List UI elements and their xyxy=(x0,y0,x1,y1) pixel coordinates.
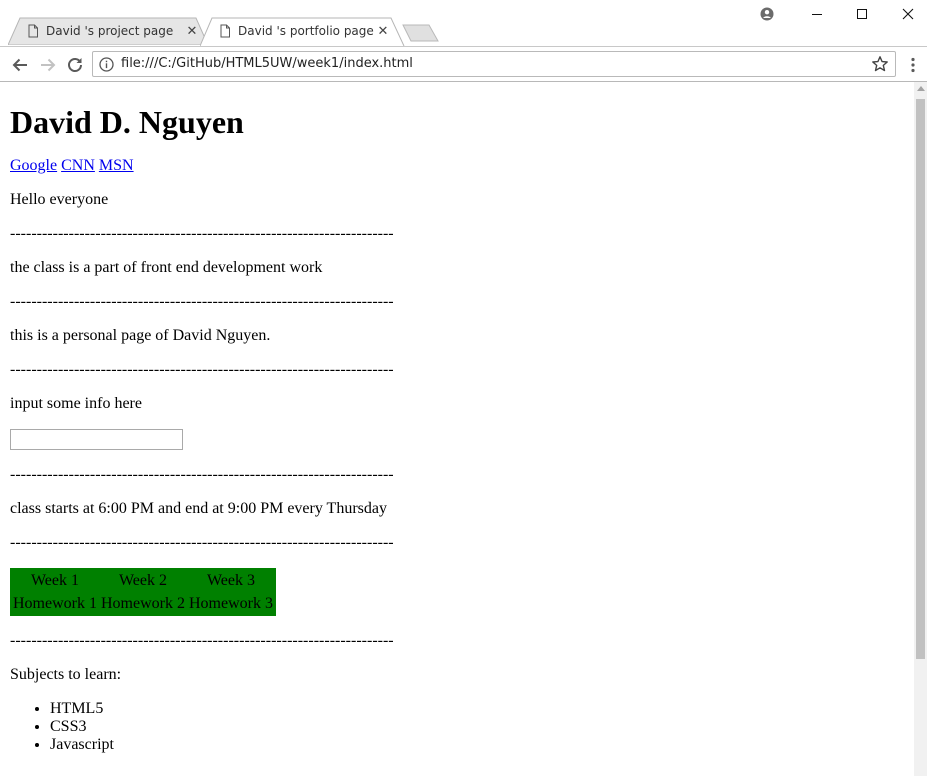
window-close-button[interactable] xyxy=(885,0,927,28)
browser-titlebar: David 's project page ✕ David 's portfol… xyxy=(0,0,927,46)
tab-close-icon[interactable]: ✕ xyxy=(376,24,390,38)
page-icon xyxy=(220,24,230,38)
table-cell: Week 1 xyxy=(30,572,79,589)
personal-info-text: this is a personal page of David Nguyen. xyxy=(10,327,271,344)
browser-menu-button[interactable] xyxy=(903,53,923,77)
input-prompt-text: input some info here xyxy=(10,395,142,412)
separator: ----------------------------------------… xyxy=(10,534,394,551)
page-viewport: David D. Nguyen Google CNN MSN Hello eve… xyxy=(0,82,914,776)
address-bar[interactable] xyxy=(92,51,896,77)
info-icon[interactable] xyxy=(99,57,114,72)
link-msn[interactable]: MSN xyxy=(99,157,134,174)
input-wrapper xyxy=(10,429,904,450)
list-item: HTML5 xyxy=(50,700,904,718)
schedule-text: class starts at 6:00 PM and end at 9:00 … xyxy=(10,500,387,517)
scroll-up-arrow-icon[interactable] xyxy=(917,86,925,91)
class-info-text: the class is a part of front end develop… xyxy=(10,259,323,276)
reload-icon xyxy=(68,58,82,72)
separator: ----------------------------------------… xyxy=(10,632,394,649)
homework-table: Week 1 Week 2 Week 3 Homework 1 Homework… xyxy=(10,568,276,616)
page-content: David D. Nguyen Google CNN MSN Hello eve… xyxy=(0,104,914,754)
page-title: David D. Nguyen xyxy=(10,104,244,140)
separator: ----------------------------------------… xyxy=(10,466,394,483)
table-row: Week 1 Week 2 Week 3 xyxy=(12,570,274,591)
link-google[interactable]: Google xyxy=(10,157,57,174)
url-input[interactable] xyxy=(121,56,861,71)
table-row: Homework 1 Homework 2 Homework 3 xyxy=(12,593,274,614)
arrow-right-icon xyxy=(41,58,56,72)
new-tab-button[interactable] xyxy=(402,24,440,42)
minimize-button[interactable] xyxy=(794,0,840,28)
greeting-text: Hello everyone xyxy=(10,191,109,208)
tab-title: David 's portfolio page xyxy=(238,24,374,38)
scrollbar-thumb[interactable] xyxy=(916,99,925,659)
forward-button[interactable] xyxy=(36,53,60,77)
reload-button[interactable] xyxy=(63,53,87,77)
tab-title: David 's project page xyxy=(46,24,174,38)
link-list: Google CNN MSN xyxy=(10,157,904,175)
subjects-title: Subjects to learn: xyxy=(10,666,122,683)
tab-portfolio-page[interactable]: David 's portfolio page ✕ xyxy=(200,17,405,46)
maximize-button[interactable] xyxy=(839,0,885,28)
table-cell: Homework 1 xyxy=(13,595,97,612)
kebab-menu-icon xyxy=(911,57,915,73)
separator: ----------------------------------------… xyxy=(10,225,394,242)
list-item: Javascript xyxy=(50,736,904,754)
table-cell: Week 2 xyxy=(118,572,167,589)
arrow-left-icon xyxy=(12,58,27,72)
back-button[interactable] xyxy=(8,53,32,77)
table-cell: Homework 3 xyxy=(188,595,273,612)
separator: ----------------------------------------… xyxy=(10,361,394,378)
tab-close-icon[interactable]: ✕ xyxy=(185,24,199,38)
vertical-scrollbar[interactable] xyxy=(914,82,927,776)
profile-icon[interactable] xyxy=(744,0,790,28)
page-icon xyxy=(28,24,38,38)
table-cell: Homework 2 xyxy=(100,595,185,612)
subjects-list: HTML5 CSS3 Javascript xyxy=(10,700,904,754)
info-input[interactable] xyxy=(10,429,183,450)
table-cell: Week 3 xyxy=(206,572,255,589)
separator: ----------------------------------------… xyxy=(10,293,394,310)
bookmark-star-icon[interactable] xyxy=(871,55,889,73)
tab-project-page[interactable]: David 's project page ✕ xyxy=(8,17,208,45)
browser-toolbar xyxy=(0,46,927,82)
list-item: CSS3 xyxy=(50,718,904,736)
link-cnn[interactable]: CNN xyxy=(61,157,95,174)
